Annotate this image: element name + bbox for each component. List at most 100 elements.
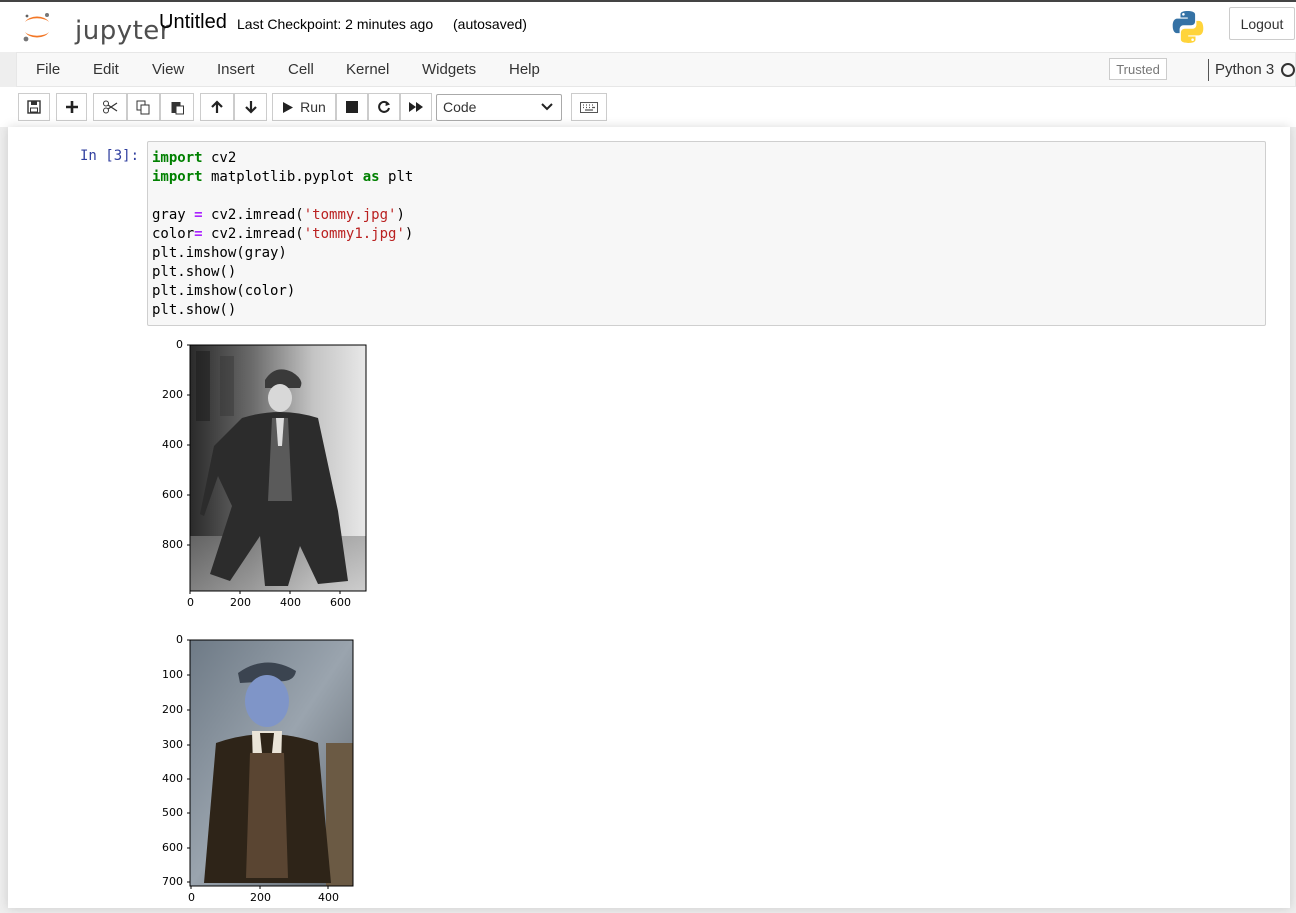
menu-file[interactable]: File xyxy=(36,61,60,78)
plus-icon xyxy=(65,101,78,113)
restart-run-all-button[interactable] xyxy=(400,93,432,121)
code-token: plt.show() xyxy=(152,264,237,280)
move-up-button[interactable] xyxy=(200,93,234,121)
menu-cell[interactable]: Cell xyxy=(288,61,314,78)
code-token: as xyxy=(362,169,380,185)
color-image-plot xyxy=(187,639,354,889)
copy-icon xyxy=(136,100,150,114)
code-line: plt.show() xyxy=(152,301,1265,320)
x-tick-label: 400 xyxy=(280,596,301,609)
move-down-button[interactable] xyxy=(234,93,267,121)
jupyter-logo[interactable]: jupyter xyxy=(20,10,170,46)
code-line: color= cv2.imread('tommy1.jpg') xyxy=(152,225,1265,244)
y-tick-label: 600 xyxy=(162,841,183,854)
chevron-down-icon xyxy=(541,103,553,111)
menu-insert[interactable]: Insert xyxy=(217,61,255,78)
arrow-up-icon xyxy=(211,100,223,113)
run-button[interactable]: Run xyxy=(272,93,336,121)
menu-edit[interactable]: Edit xyxy=(93,61,119,78)
command-palette-button[interactable] xyxy=(571,93,607,121)
code-token: color xyxy=(152,226,195,242)
menu-help[interactable]: Help xyxy=(509,61,540,78)
paste-icon xyxy=(171,101,184,114)
x-tick-label: 0 xyxy=(187,596,194,609)
cut-icon xyxy=(103,100,118,114)
run-icon xyxy=(283,101,294,113)
code-token: matplotlib.pyplot xyxy=(202,169,363,185)
save-icon xyxy=(27,100,41,114)
code-token: cv2 xyxy=(202,150,237,166)
toolbar: Run Code xyxy=(0,87,1296,127)
arrow-down-icon xyxy=(244,101,257,114)
python-logo-icon xyxy=(1172,11,1204,43)
cell-input-prompt: In [3]: xyxy=(80,148,140,164)
kernel-name[interactable]: Python 3 xyxy=(1215,61,1274,78)
y-tick-label: 400 xyxy=(162,438,183,451)
x-tick-label: 200 xyxy=(250,891,271,904)
output-image-gray: 0 200 400 600 800 0 200 400 600 xyxy=(162,336,370,612)
menu-widgets[interactable]: Widgets xyxy=(422,61,476,78)
kernel-idle-icon xyxy=(1281,63,1295,77)
code-line: gray = cv2.imread('tommy.jpg') xyxy=(152,206,1265,225)
code-line: plt.imshow(gray) xyxy=(152,244,1265,263)
code-line: import matplotlib.pyplot as plt xyxy=(152,168,1265,187)
menubar: File Edit View Insert Cell Kernel Widget… xyxy=(16,52,1296,87)
notebook-title[interactable]: Untitled xyxy=(159,11,227,34)
keyboard-icon xyxy=(580,101,598,113)
x-tick-label: 400 xyxy=(318,891,339,904)
trusted-indicator[interactable]: Trusted xyxy=(1109,58,1167,80)
code-token: import xyxy=(152,150,203,166)
y-tick-label: 600 xyxy=(162,488,183,501)
output-image-color: 0 100 200 300 400 500 600 700 0 200 400 xyxy=(156,633,356,908)
kernel-separator xyxy=(1208,59,1209,81)
code-token: plt.show() xyxy=(152,302,237,318)
y-tick-label: 800 xyxy=(162,538,183,551)
save-button[interactable] xyxy=(18,93,50,121)
jupyter-logo-icon xyxy=(23,13,49,42)
x-tick-label: 600 xyxy=(330,596,351,609)
copy-button[interactable] xyxy=(127,93,160,121)
code-token: gray xyxy=(152,207,195,223)
menu-kernel[interactable]: Kernel xyxy=(346,61,389,78)
jupyter-logo-text: jupyter xyxy=(75,16,171,46)
paste-button[interactable] xyxy=(160,93,194,121)
code-token: import xyxy=(152,169,203,185)
restart-icon xyxy=(378,100,390,113)
y-tick-label: 200 xyxy=(162,388,183,401)
code-token: 'tommy1.jpg' xyxy=(303,226,405,242)
menu-view[interactable]: View xyxy=(152,61,184,78)
code-line: plt.show() xyxy=(152,263,1265,282)
x-tick-label: 0 xyxy=(188,891,195,904)
code-token: cv2.imread( xyxy=(202,226,304,242)
code-token: cv2.imread( xyxy=(202,207,304,223)
restart-button[interactable] xyxy=(368,93,400,121)
insert-cell-button[interactable] xyxy=(56,93,87,121)
fast-forward-icon xyxy=(409,102,423,112)
logout-button[interactable]: Logout xyxy=(1229,7,1295,40)
x-tick-label: 200 xyxy=(230,596,251,609)
cell-type-select[interactable]: Code xyxy=(436,94,562,121)
code-token: = xyxy=(194,226,203,242)
code-token: ) xyxy=(404,226,414,242)
y-tick-label: 100 xyxy=(162,668,183,681)
code-token: ) xyxy=(396,207,405,223)
y-tick-label: 500 xyxy=(162,806,183,819)
cut-button[interactable] xyxy=(93,93,127,121)
y-tick-label: 400 xyxy=(162,772,183,785)
stop-icon xyxy=(346,101,358,113)
code-line: plt.imshow(color) xyxy=(152,282,1265,301)
code-token: plt.imshow(gray) xyxy=(152,245,287,261)
code-token: = xyxy=(194,207,203,223)
y-tick-label: 0 xyxy=(176,633,183,646)
gray-image-plot xyxy=(187,344,367,594)
y-tick-label: 0 xyxy=(176,338,183,351)
y-tick-label: 200 xyxy=(162,703,183,716)
code-cell-editor[interactable]: import cv2 import matplotlib.pyplot as pl… xyxy=(147,141,1266,326)
code-line: import cv2 xyxy=(152,149,1265,168)
header: jupyter Untitled Last Checkpoint: 2 minu… xyxy=(0,2,1296,52)
run-button-label: Run xyxy=(300,99,326,115)
code-token: 'tommy.jpg' xyxy=(303,207,397,223)
interrupt-button[interactable] xyxy=(336,93,368,121)
last-checkpoint-text: Last Checkpoint: 2 minutes ago xyxy=(237,16,434,32)
